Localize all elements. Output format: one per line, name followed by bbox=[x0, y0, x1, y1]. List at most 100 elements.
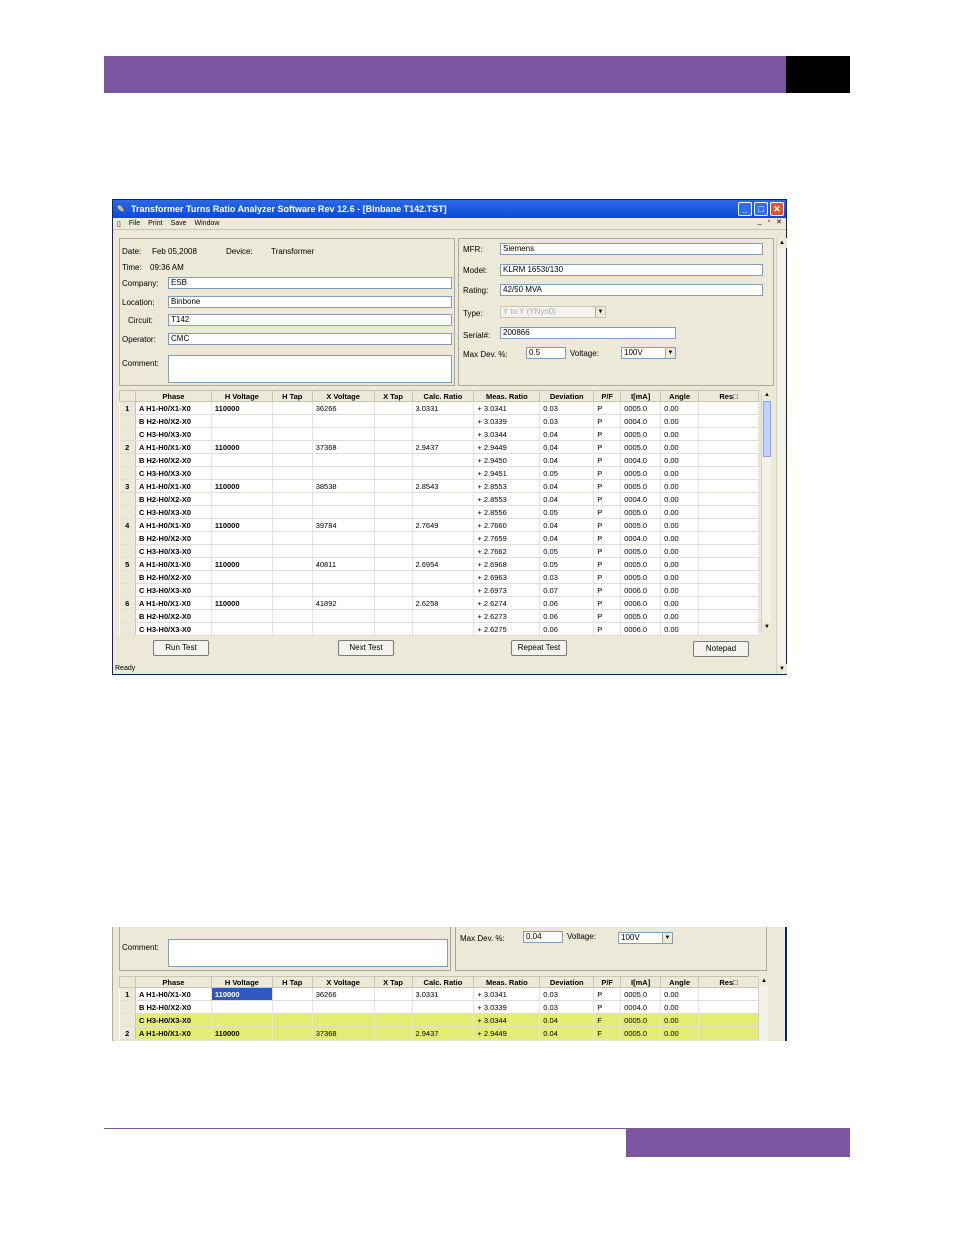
table-cell[interactable]: 0.00 bbox=[660, 401, 700, 415]
table-cell[interactable]: 0.05 bbox=[539, 505, 595, 519]
menu-window[interactable]: Window bbox=[195, 220, 220, 227]
table-cell[interactable] bbox=[312, 414, 375, 428]
table-cell[interactable] bbox=[211, 505, 273, 519]
table-cell[interactable]: + 2.6274 bbox=[473, 596, 541, 610]
table-cell[interactable]: 0.03 bbox=[539, 1000, 595, 1014]
table-cell[interactable]: 0.04 bbox=[539, 531, 595, 545]
table-cell[interactable]: 0005.0 bbox=[620, 544, 662, 558]
table-cell[interactable] bbox=[272, 1000, 313, 1014]
table-cell[interactable]: + 2.6273 bbox=[473, 609, 541, 623]
table-cell[interactable] bbox=[412, 453, 475, 467]
table-cell[interactable]: A H1-H0/X1-X0 bbox=[135, 479, 212, 493]
table-cell[interactable] bbox=[272, 596, 313, 610]
column-header[interactable]: Phase bbox=[134, 390, 212, 402]
table-cell[interactable] bbox=[374, 557, 413, 571]
table-cell[interactable]: F bbox=[593, 1026, 622, 1040]
table-cell[interactable] bbox=[412, 466, 475, 480]
table-cell[interactable] bbox=[374, 596, 413, 610]
table-cell[interactable] bbox=[272, 557, 313, 571]
table-cell[interactable] bbox=[374, 570, 413, 584]
table-cell[interactable] bbox=[272, 401, 313, 415]
run-test-button[interactable]: Run Test bbox=[153, 640, 209, 656]
table-cell[interactable] bbox=[374, 453, 413, 467]
table-cell[interactable] bbox=[211, 583, 273, 597]
table-cell[interactable]: P bbox=[593, 531, 622, 545]
table-cell[interactable]: + 2.6275 bbox=[473, 622, 541, 636]
table-cell[interactable]: + 2.6973 bbox=[473, 583, 541, 597]
table-cell[interactable]: 0.00 bbox=[660, 427, 700, 441]
table-row[interactable]: 6A H1-H0/X1-X0 110000 41892 2.6258 + 2.6274 0… bbox=[119, 596, 759, 610]
table-cell[interactable]: 0.00 bbox=[660, 596, 700, 610]
table-cell[interactable]: A H1-H0/X1-X0 bbox=[135, 987, 212, 1001]
menu-file[interactable]: File bbox=[129, 220, 140, 227]
title-bar[interactable]: ✎ Transformer Turns Ratio Analyzer Softw… bbox=[113, 200, 786, 218]
table-cell[interactable]: 0.03 bbox=[539, 414, 595, 428]
table-row[interactable]: B H2-H0/X2-X0 + 2.9450 0.04 P 0004.0 0.00 bbox=[119, 453, 759, 467]
table-cell[interactable]: 0005.0 bbox=[620, 1013, 662, 1027]
table-cell[interactable] bbox=[412, 609, 475, 623]
table-cell[interactable]: 0.00 bbox=[660, 492, 700, 506]
column-header[interactable]: Phase bbox=[134, 976, 212, 988]
operator-field[interactable]: CMC bbox=[168, 333, 452, 345]
table-cell[interactable]: 0004.0 bbox=[620, 414, 662, 428]
table-row[interactable]: B H2-H0/X2-X0 + 3.0339 0.03 P 0004.0 0.00 bbox=[119, 414, 759, 428]
table-cell[interactable]: + 2.7660 bbox=[473, 518, 541, 532]
table-cell[interactable] bbox=[312, 531, 375, 545]
table-cell[interactable]: 0006.0 bbox=[620, 583, 662, 597]
table-cell[interactable]: P bbox=[593, 583, 622, 597]
table-cell[interactable] bbox=[374, 1000, 413, 1014]
company-field[interactable]: ESB bbox=[168, 277, 452, 289]
table-cell[interactable] bbox=[374, 531, 413, 545]
column-header[interactable]: Meas. Ratio bbox=[473, 390, 541, 402]
column-header[interactable]: P/F bbox=[593, 390, 622, 402]
scroll-up-icon[interactable]: ▲ bbox=[777, 238, 787, 248]
table-cell[interactable] bbox=[698, 453, 759, 467]
table-row[interactable]: B H2-H0/X2-X0 + 3.0339 0.03 P 0004.0 0.00 bbox=[119, 1000, 759, 1014]
column-header[interactable]: Calc. Ratio bbox=[411, 390, 475, 402]
table-cell[interactable]: B H2-H0/X2-X0 bbox=[135, 609, 212, 623]
table-cell[interactable] bbox=[272, 479, 313, 493]
table-cell[interactable] bbox=[698, 570, 759, 584]
table-cell[interactable]: 3.0331 bbox=[412, 401, 475, 415]
column-header[interactable]: Calc. Ratio bbox=[411, 976, 475, 988]
table-cell[interactable]: 0.05 bbox=[539, 557, 595, 571]
maxdev-field[interactable]: 0.5 bbox=[526, 347, 566, 359]
table-cell[interactable]: 0.00 bbox=[660, 453, 700, 467]
table-cell[interactable]: 0.00 bbox=[660, 622, 700, 636]
table-cell[interactable] bbox=[312, 453, 375, 467]
table-cell[interactable]: C H3-H0/X3-X0 bbox=[135, 1013, 212, 1027]
table-cell[interactable]: + 3.0341 bbox=[473, 987, 541, 1001]
table-cell[interactable]: 0004.0 bbox=[620, 531, 662, 545]
table-cell[interactable]: P bbox=[593, 414, 622, 428]
table-cell[interactable] bbox=[272, 453, 313, 467]
table-cell[interactable] bbox=[698, 414, 759, 428]
table-cell[interactable]: + 3.0344 bbox=[473, 1013, 541, 1027]
table-cell[interactable] bbox=[272, 427, 313, 441]
table-cell[interactable] bbox=[374, 427, 413, 441]
table-cell[interactable]: 0.00 bbox=[660, 414, 700, 428]
table-cell[interactable]: 2.8543 bbox=[412, 479, 475, 493]
table-cell[interactable]: 0005.0 bbox=[620, 609, 662, 623]
scroll-down-icon[interactable]: ▼ bbox=[762, 622, 772, 632]
model-field[interactable]: KLRM 1653t/130 bbox=[500, 264, 763, 276]
table-cell[interactable]: F bbox=[593, 1013, 622, 1027]
table-cell[interactable]: C H3-H0/X3-X0 bbox=[135, 427, 212, 441]
table-cell[interactable]: 0005.0 bbox=[620, 518, 662, 532]
table-cell[interactable] bbox=[698, 518, 759, 532]
notepad-button[interactable]: Notepad bbox=[693, 641, 749, 657]
table-cell[interactable] bbox=[698, 466, 759, 480]
table-cell[interactable]: 0.00 bbox=[660, 609, 700, 623]
table-cell[interactable]: 0.00 bbox=[660, 544, 700, 558]
table-row[interactable]: C H3-H0/X3-X0 + 2.6275 0.06 P 0006.0 0.00 bbox=[119, 622, 759, 636]
table-cell[interactable]: 0.03 bbox=[539, 401, 595, 415]
table-cell[interactable]: 36266 bbox=[312, 987, 375, 1001]
crop-table-scrollbar[interactable]: ▲ bbox=[758, 976, 769, 1041]
column-header[interactable]: H Voltage bbox=[210, 976, 273, 988]
table-cell[interactable]: A H1-H0/X1-X0 bbox=[135, 440, 212, 454]
table-cell[interactable]: + 2.7662 bbox=[473, 544, 541, 558]
table-scrollbar[interactable]: ▲ ▼ bbox=[761, 390, 772, 632]
table-cell[interactable]: 0.00 bbox=[660, 1026, 700, 1040]
table-cell[interactable] bbox=[698, 427, 759, 441]
table-cell[interactable]: 0.00 bbox=[660, 583, 700, 597]
table-cell[interactable] bbox=[272, 531, 313, 545]
